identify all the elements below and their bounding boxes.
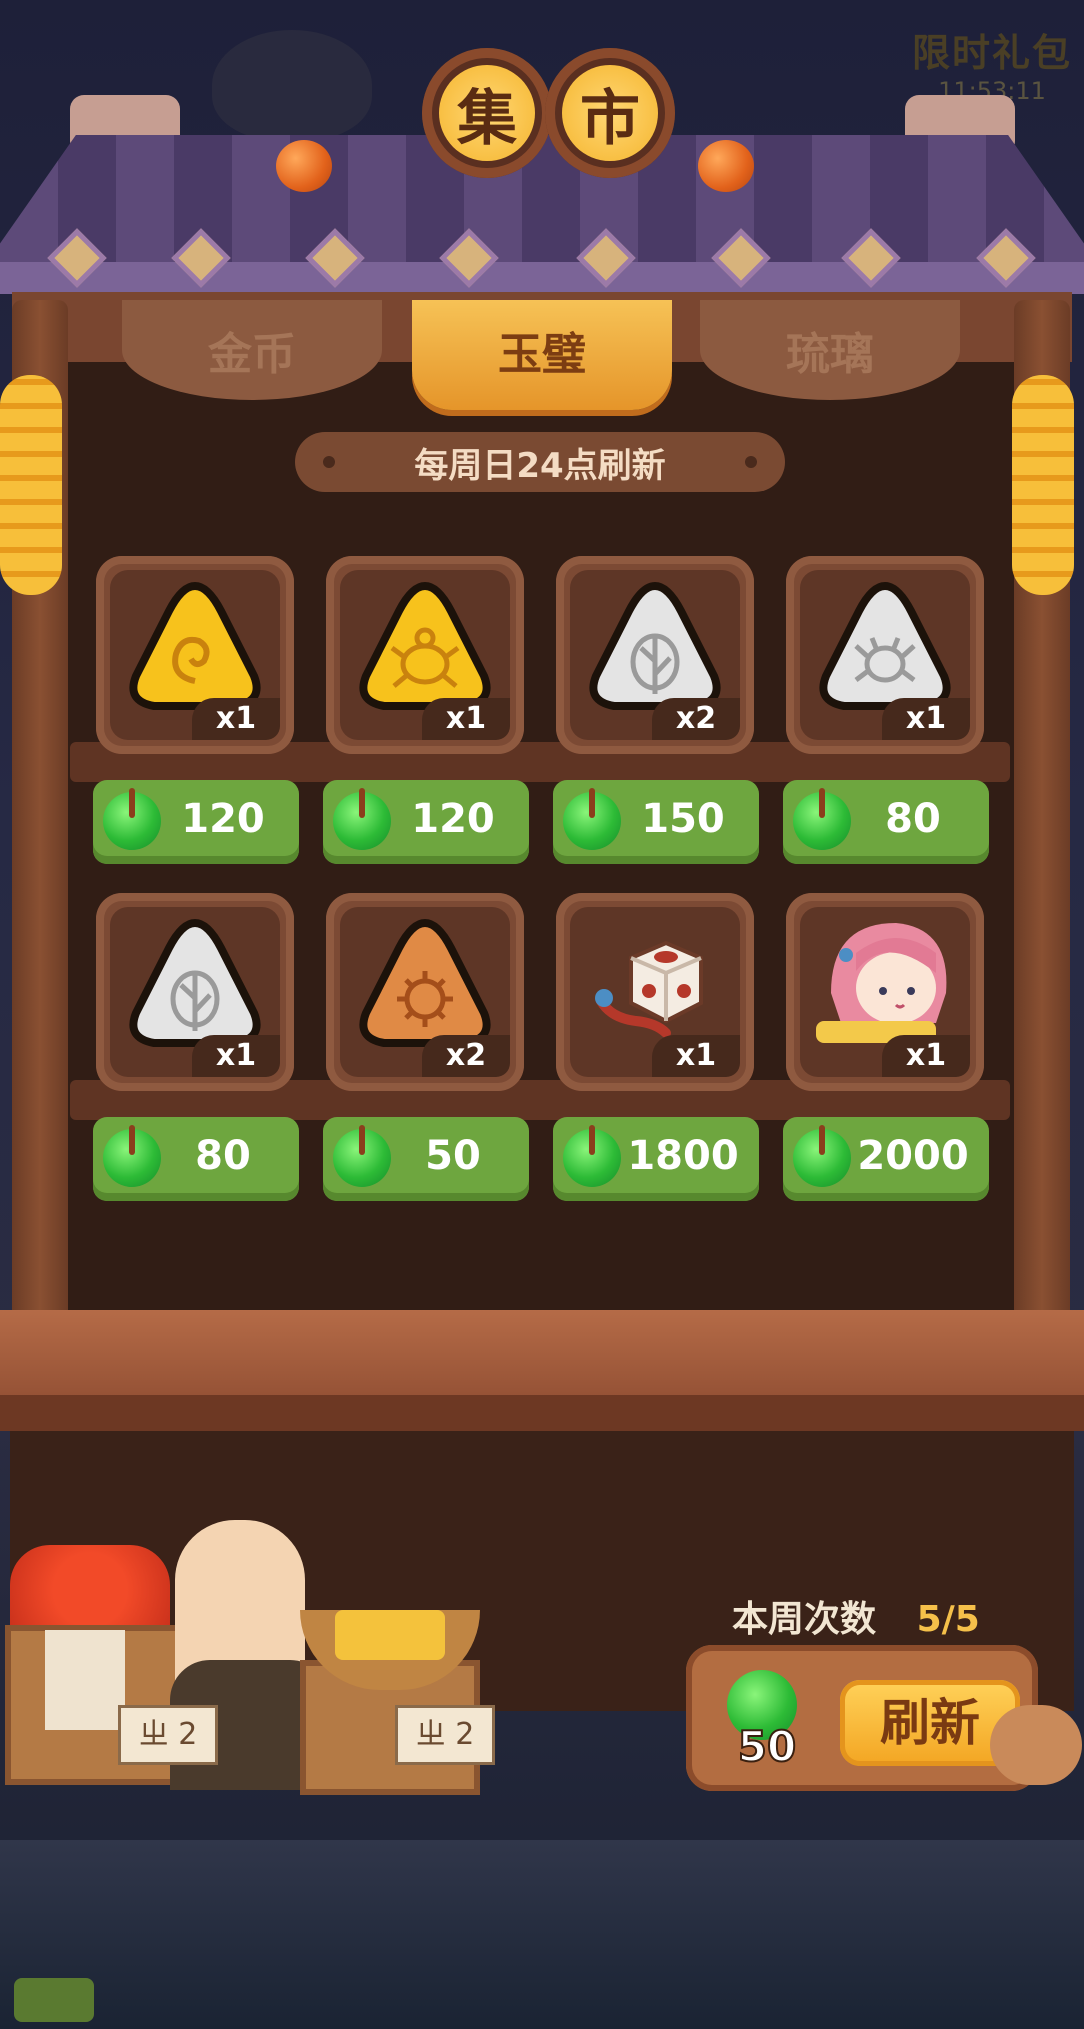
price-tag[interactable]: 80: [783, 780, 989, 864]
refresh-note: 每周日24点刷新: [295, 432, 785, 492]
price-tag[interactable]: 2000: [783, 1117, 989, 1201]
price-sign: ㄓ 2: [395, 1705, 495, 1765]
tab-jade[interactable]: 玉璧: [412, 300, 672, 410]
price-tag[interactable]: 1800: [553, 1117, 759, 1201]
item-slot[interactable]: x1: [96, 556, 294, 754]
note-dot: [745, 456, 757, 468]
persimmon-icon: [276, 140, 332, 192]
item-slot[interactable]: x1: [326, 556, 524, 754]
price-tag[interactable]: 80: [93, 1117, 299, 1201]
item-quantity: x1: [882, 1035, 970, 1077]
note-dot: [323, 456, 335, 468]
limited-gift-pack[interactable]: 限时礼包 11:53:11: [912, 22, 1072, 105]
cat-mascot-icon: [990, 1705, 1082, 1785]
tab-glaze[interactable]: 琉璃: [700, 300, 960, 400]
price-value: 120: [181, 796, 265, 842]
price-value: 80: [885, 796, 941, 842]
corn-icon: [1012, 375, 1074, 595]
price-tag[interactable]: 150: [553, 780, 759, 864]
street-ground: [0, 1840, 1084, 2029]
item-quantity: x1: [192, 698, 280, 740]
tomato-pile-icon: [10, 1545, 170, 1635]
counter-edge: [0, 1395, 1084, 1431]
weekly-count-value: 5/5: [916, 1599, 980, 1640]
price-tag[interactable]: 120: [323, 780, 529, 864]
item-quantity: x2: [652, 698, 740, 740]
price-value: 1800: [627, 1133, 739, 1179]
item-quantity: x1: [422, 698, 510, 740]
title-char: 市: [562, 65, 658, 161]
item-slot[interactable]: x1: [556, 893, 754, 1091]
price-sign: ㄓ 2: [118, 1705, 218, 1765]
price-value: 80: [195, 1133, 251, 1179]
item-quantity: x1: [652, 1035, 740, 1077]
price-value: 50: [425, 1133, 481, 1179]
price-value: 150: [641, 796, 725, 842]
item-quantity: x2: [422, 1035, 510, 1077]
price-value: 2000: [857, 1133, 969, 1179]
weekly-count-label: 本周次数: [732, 1599, 877, 1640]
title-medallion: 集: [422, 48, 552, 178]
roof-beam: [0, 262, 1084, 294]
price-tag[interactable]: 50: [323, 1117, 529, 1201]
title-char: 集: [439, 65, 535, 161]
item-quantity: x1: [882, 698, 970, 740]
weekly-count: 本周次数 5/5: [732, 1590, 980, 1642]
refresh-cost: 50: [737, 1721, 797, 1772]
promo-title[interactable]: 限时礼包: [912, 22, 1072, 77]
teapot-decoration: [212, 30, 372, 140]
price-value: 120: [411, 796, 495, 842]
price-tag[interactable]: 120: [93, 780, 299, 864]
paper-note-icon: [45, 1630, 125, 1730]
title-medallion: 市: [545, 48, 675, 178]
item-slot[interactable]: x2: [326, 893, 524, 1091]
tab-gold[interactable]: 金币: [122, 300, 382, 400]
item-slot[interactable]: x1: [786, 556, 984, 754]
persimmon-icon: [698, 140, 754, 192]
refresh-note-text: 每周日24点刷新: [414, 445, 666, 486]
item-slot[interactable]: x1: [786, 893, 984, 1091]
item-quantity: x1: [192, 1035, 280, 1077]
bottom-corner-icon[interactable]: [14, 1978, 94, 2022]
corn-icon: [0, 375, 62, 595]
item-slot[interactable]: x2: [556, 556, 754, 754]
tofu-icon: [335, 1610, 445, 1660]
item-slot[interactable]: x1: [96, 893, 294, 1091]
